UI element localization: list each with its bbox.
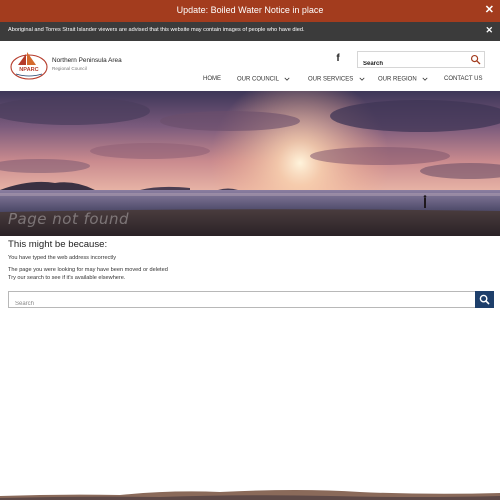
page-title: Page not found xyxy=(8,210,130,228)
reason-typed-incorrectly: You have typed the web address incorrect… xyxy=(8,255,117,261)
header-search-input[interactable] xyxy=(358,56,458,72)
facebook-icon[interactable]: f xyxy=(333,53,343,65)
nav-our-services[interactable]: OUR SERVICES xyxy=(308,76,365,83)
nav-home-label: HOME xyxy=(203,76,221,82)
chevron-down-icon xyxy=(284,77,290,81)
nav-our-council-label: OUR COUNCIL xyxy=(237,76,279,83)
nav-our-services-label: OUR SERVICES xyxy=(308,76,354,83)
logo-text: NPARC xyxy=(19,67,38,73)
nav-our-region-label: OUR REGION xyxy=(378,76,417,83)
search-icon xyxy=(479,294,490,305)
nav-our-region[interactable]: OUR REGION xyxy=(378,76,428,83)
notice-bar: Aboriginal and Torres Strait Islander vi… xyxy=(0,22,500,41)
notice-close-icon[interactable]: ✕ xyxy=(485,25,493,36)
reason-try-search: Try our search to see if it's available … xyxy=(8,275,126,281)
nav-contact-us[interactable]: CONTACT US xyxy=(444,76,482,82)
page-search-button[interactable] xyxy=(475,291,494,308)
search-icon[interactable] xyxy=(470,54,481,65)
page-search-input[interactable] xyxy=(9,296,469,312)
nav-our-council[interactable]: OUR COUNCIL xyxy=(237,76,290,83)
org-subtitle: Regional Council xyxy=(52,66,87,71)
alert-text[interactable]: Update: Boiled Water Notice in place xyxy=(0,5,500,15)
nav-contact-us-label: CONTACT US xyxy=(444,76,483,82)
org-name: Northern Peninsula Area xyxy=(52,57,122,64)
notice-text: Aboriginal and Torres Strait Islander vi… xyxy=(8,27,305,33)
header-search xyxy=(357,51,485,72)
chevron-down-icon xyxy=(422,77,428,81)
page-search xyxy=(8,291,494,312)
reason-moved-or-deleted: The page you were looking for may have b… xyxy=(8,267,168,273)
chevron-down-icon xyxy=(359,77,365,81)
nav-home[interactable]: HOME xyxy=(203,76,221,82)
site-header: NPARC Northern Peninsula Area Regional C… xyxy=(0,41,500,91)
content-heading: This might be because: xyxy=(8,239,108,250)
council-logo[interactable]: NPARC xyxy=(8,51,48,81)
hero-banner: Page not found xyxy=(0,91,500,236)
alert-close-icon[interactable]: ✕ xyxy=(485,4,494,16)
footer-wave xyxy=(0,490,500,500)
alert-bar: Update: Boiled Water Notice in place ✕ xyxy=(0,0,500,22)
